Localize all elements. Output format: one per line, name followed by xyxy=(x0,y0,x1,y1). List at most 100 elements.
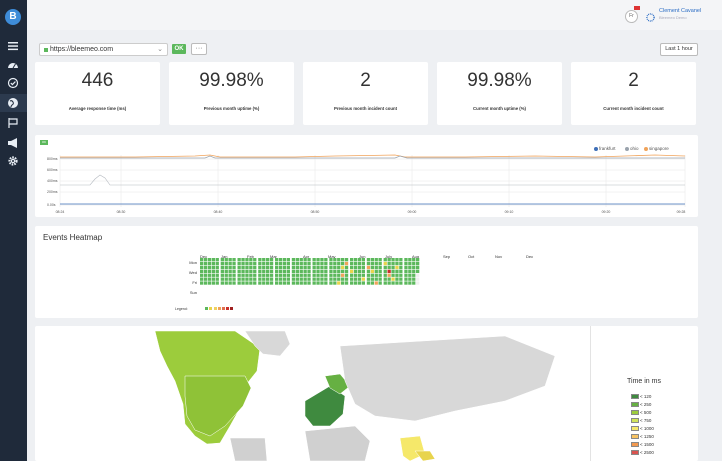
heatmap-cell xyxy=(228,273,232,277)
heatmap-cell xyxy=(324,269,328,273)
dashboard-icon[interactable] xyxy=(7,59,19,71)
heatmap-cell xyxy=(337,269,341,273)
heatmap-cell xyxy=(211,269,215,273)
heatmap-cell xyxy=(275,281,279,285)
heatmap-cell xyxy=(324,273,328,277)
heatmap-cell xyxy=(245,265,249,270)
notification-badge xyxy=(634,6,640,10)
heatmap-cell xyxy=(324,281,328,285)
heatmap-cell xyxy=(320,277,324,281)
heatmap-cell xyxy=(245,273,249,277)
heatmap-cell xyxy=(370,273,374,277)
avatar[interactable]: Fr xyxy=(625,10,638,23)
response-time-chart-panel: OK frankfurt ohio singapore 800ms 600ms … xyxy=(35,135,698,217)
heatmap-cell xyxy=(395,281,399,285)
check-circle-icon[interactable] xyxy=(7,77,19,89)
heatmap-cell xyxy=(361,273,365,277)
heatmap-cell xyxy=(275,265,279,270)
heatmap-cell xyxy=(258,273,262,277)
heatmap-cell xyxy=(241,277,245,281)
heatmap-cell xyxy=(378,277,382,281)
heatmap-cell xyxy=(312,265,316,270)
stat-label: Current month incident count xyxy=(603,106,664,111)
heatmap-cell xyxy=(374,265,378,270)
heatmap-cell xyxy=(320,261,324,266)
heatmap-cell xyxy=(399,265,403,270)
globe-icon[interactable] xyxy=(7,97,19,109)
x-tick: 09:28 xyxy=(677,210,686,214)
heatmap-cell xyxy=(337,281,341,285)
time-range-button[interactable]: Last 1 hour xyxy=(660,43,698,56)
map-legend-item: < 120 xyxy=(631,394,651,399)
menu-icon[interactable] xyxy=(7,40,19,52)
heatmap-cell xyxy=(207,261,212,266)
flag-icon[interactable] xyxy=(7,117,19,129)
app-logo[interactable]: B xyxy=(5,9,21,25)
heatmap-cell xyxy=(275,261,279,266)
heatmap-cell xyxy=(353,265,358,270)
heatmap-cell xyxy=(286,277,290,281)
gear-icon[interactable] xyxy=(7,155,19,167)
heatmap-cell xyxy=(258,265,262,270)
top-header xyxy=(27,0,722,30)
heatmap-cell xyxy=(383,277,387,281)
heatmap-cell xyxy=(228,277,232,281)
heatmap-cell xyxy=(329,261,333,266)
heatmap-cell xyxy=(253,265,257,270)
heatmap-cell xyxy=(350,265,354,270)
heatmap-cell xyxy=(266,258,270,262)
heatmap-cell xyxy=(207,258,212,262)
heatmap-cell xyxy=(228,265,232,270)
heatmap-cell xyxy=(316,269,320,273)
heatmap-cell xyxy=(269,258,274,262)
heatmap-cell xyxy=(370,265,374,270)
heatmap-cell xyxy=(387,281,391,285)
more-options-button[interactable]: ··· xyxy=(191,43,207,55)
events-heatmap-panel: Events Heatmap Dec Jan Feb Mar Apr May J… xyxy=(35,226,698,318)
heatmap-cell xyxy=(266,273,270,277)
heatmap-cell xyxy=(391,265,395,270)
heatmap-cell xyxy=(237,258,241,262)
heatmap-cell xyxy=(374,281,378,285)
user-name[interactable]: Clement Cavanel xyxy=(659,8,701,14)
heatmap-cell xyxy=(286,261,290,266)
heatmap-cell xyxy=(395,277,399,281)
heatmap-cell xyxy=(262,269,266,273)
heatmap-cell xyxy=(316,273,320,277)
heatmap-cell xyxy=(228,281,232,285)
heatmap-cell xyxy=(249,277,253,281)
heatmap-cell xyxy=(286,265,290,270)
heatmap-cell xyxy=(324,265,328,270)
world-map[interactable] xyxy=(35,326,595,461)
monitor-url-select[interactable]: https://bleemeo.com ⌄ xyxy=(39,43,168,56)
x-tick: 09:20 xyxy=(602,210,611,214)
stat-card-curr-uptime: 99.98% Current month uptime (%) xyxy=(437,62,562,125)
heatmap-cell xyxy=(353,269,358,273)
heatmap-cell xyxy=(370,277,374,281)
heatmap-cell xyxy=(395,269,399,273)
map-legend-item: < 500 xyxy=(631,410,651,415)
heatmap-cell xyxy=(416,281,420,285)
heatmap-cell xyxy=(282,258,287,262)
heatmap-cell xyxy=(207,281,212,285)
stat-card-prev-uptime: 99.98% Previous month uptime (%) xyxy=(169,62,294,125)
heatmap-cell xyxy=(353,277,358,281)
map-legend-item: < 250 xyxy=(631,402,651,407)
heatmap-cell xyxy=(391,269,395,273)
heatmap-cell xyxy=(266,281,270,285)
heatmap-cell xyxy=(378,269,382,273)
heatmap-cell xyxy=(224,258,228,262)
heatmap-cell xyxy=(241,261,245,266)
heatmap-cell xyxy=(291,277,296,281)
map-legend-item: < 1000 xyxy=(631,426,654,431)
heatmap-cell xyxy=(370,281,374,285)
stat-value: 99.98% xyxy=(199,70,264,91)
heatmap-cell xyxy=(245,281,249,285)
heatmap-cell xyxy=(200,261,204,266)
heatmap-cell xyxy=(303,269,307,273)
megaphone-icon[interactable] xyxy=(7,137,19,149)
heatmap-cell xyxy=(299,281,303,285)
heatmap-cell xyxy=(269,269,274,273)
heatmap-cell xyxy=(404,265,408,270)
heatmap-cell xyxy=(203,258,208,262)
